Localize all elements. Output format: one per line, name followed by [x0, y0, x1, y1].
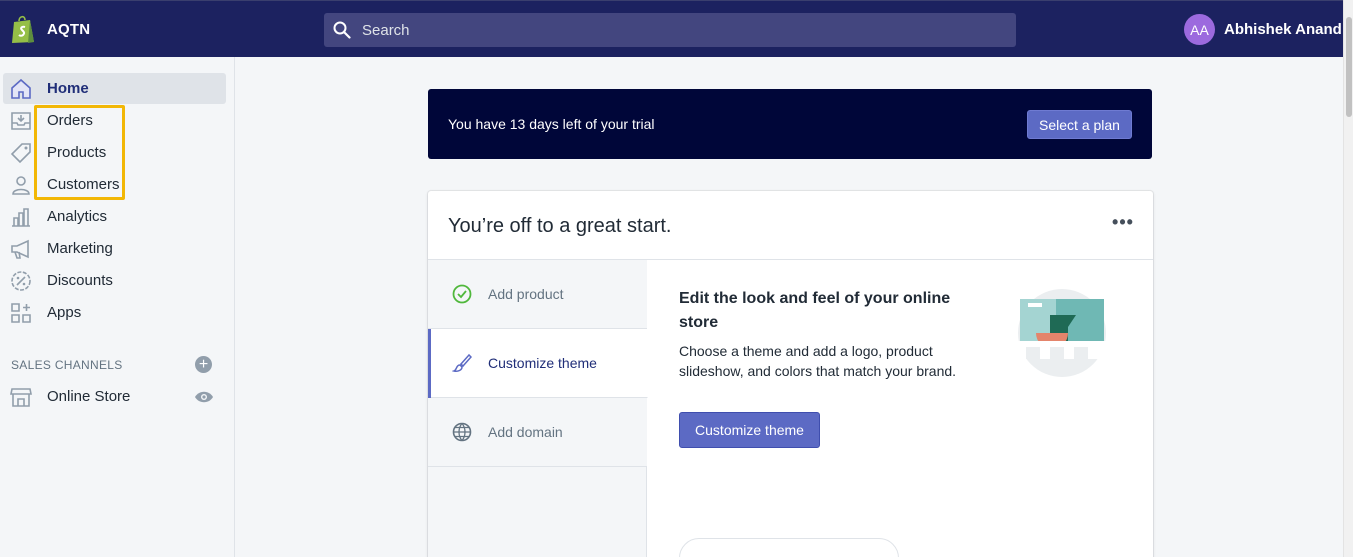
sidebar-item-apps[interactable]: Apps	[3, 297, 226, 328]
person-icon	[12, 175, 30, 195]
store-icon	[10, 387, 32, 407]
step-label: Add product	[488, 286, 564, 302]
more-options-button[interactable]: •••	[1112, 213, 1134, 235]
step-detail: Edit the look and feel of your online st…	[679, 287, 959, 381]
globe-icon	[452, 422, 472, 442]
card-title: You’re off to a great start.	[448, 215, 672, 237]
page-scrollbar[interactable]	[1343, 0, 1353, 557]
detail-body: Choose a theme and add a logo, product s…	[679, 343, 957, 379]
sidebar-item-label: Discounts	[47, 272, 113, 289]
search-icon	[333, 21, 351, 39]
add-channel-button[interactable]: +	[195, 356, 212, 373]
shopify-logo-icon	[12, 15, 34, 43]
sales-channels-heading: SALES CHANNELS	[11, 358, 123, 372]
orders-icon	[11, 111, 31, 130]
sidebar-item-label: Apps	[47, 304, 82, 321]
sidebar-item-label: Products	[47, 144, 107, 161]
sidebar-item-discounts[interactable]: Discounts	[3, 265, 226, 296]
store-name: AQTN	[47, 20, 91, 38]
step-label: Customize theme	[488, 355, 597, 371]
scrollbar-thumb[interactable]	[1346, 17, 1352, 117]
select-plan-button[interactable]: Select a plan	[1027, 110, 1132, 139]
trial-banner: You have 13 days left of your trial Sele…	[428, 89, 1152, 159]
avatar: AA	[1184, 14, 1215, 45]
sidebar-item-home[interactable]: Home	[3, 73, 226, 104]
setup-card: You’re off to a great start. ••• Add pro…	[428, 191, 1153, 557]
sidebar-item-analytics[interactable]: Analytics	[3, 201, 226, 232]
check-circle-icon	[452, 284, 472, 304]
active-indicator	[428, 329, 431, 398]
sidebar-item-products[interactable]: Products	[3, 137, 226, 168]
sidebar-item-label: Marketing	[47, 240, 113, 257]
eye-icon[interactable]	[194, 390, 214, 404]
trial-message: You have 13 days left of your trial	[448, 116, 655, 132]
sidebar-item-label: Customers	[47, 176, 120, 193]
user-menu[interactable]: AA Abhishek Anand	[1184, 14, 1342, 45]
step-label: Add domain	[488, 424, 563, 440]
customize-theme-button[interactable]: Customize theme	[679, 412, 820, 448]
step-add-domain[interactable]: Add domain	[428, 398, 647, 467]
apps-icon	[11, 302, 31, 323]
theme-illustration-icon	[1018, 289, 1106, 377]
bar-chart-icon	[12, 207, 30, 227]
home-icon	[11, 78, 31, 99]
user-name: Abhishek Anand	[1224, 21, 1342, 38]
store-brand[interactable]: AQTN	[10, 14, 90, 44]
sidebar-item-customers[interactable]: Customers	[3, 169, 226, 200]
megaphone-icon	[11, 239, 29, 259]
detail-heading: Edit the look and feel of your online st…	[679, 290, 951, 331]
discount-icon	[11, 270, 31, 291]
step-add-product[interactable]: Add product	[428, 260, 647, 329]
search-input[interactable]	[362, 21, 962, 39]
sidebar-item-label: Orders	[47, 112, 93, 129]
step-customize-theme[interactable]: Customize theme	[428, 329, 648, 398]
sidebar-item-label: Analytics	[47, 208, 108, 225]
setup-steps: Add product Customize theme Add domain	[428, 260, 648, 557]
top-bar: AQTN AA Abhishek Anand	[0, 0, 1343, 57]
brush-icon	[452, 353, 472, 372]
partial-pill	[679, 538, 899, 557]
sidebar-item-label: Online Store	[47, 388, 131, 405]
search-bar[interactable]	[324, 13, 1016, 47]
sidebar: Home Orders Products Customers Analytics…	[0, 57, 235, 557]
tag-icon	[10, 142, 31, 163]
sidebar-item-label: Home	[47, 80, 89, 97]
sidebar-item-orders[interactable]: Orders	[3, 105, 226, 136]
sidebar-item-marketing[interactable]: Marketing	[3, 233, 226, 264]
sidebar-item-online-store[interactable]: Online Store	[3, 381, 226, 412]
